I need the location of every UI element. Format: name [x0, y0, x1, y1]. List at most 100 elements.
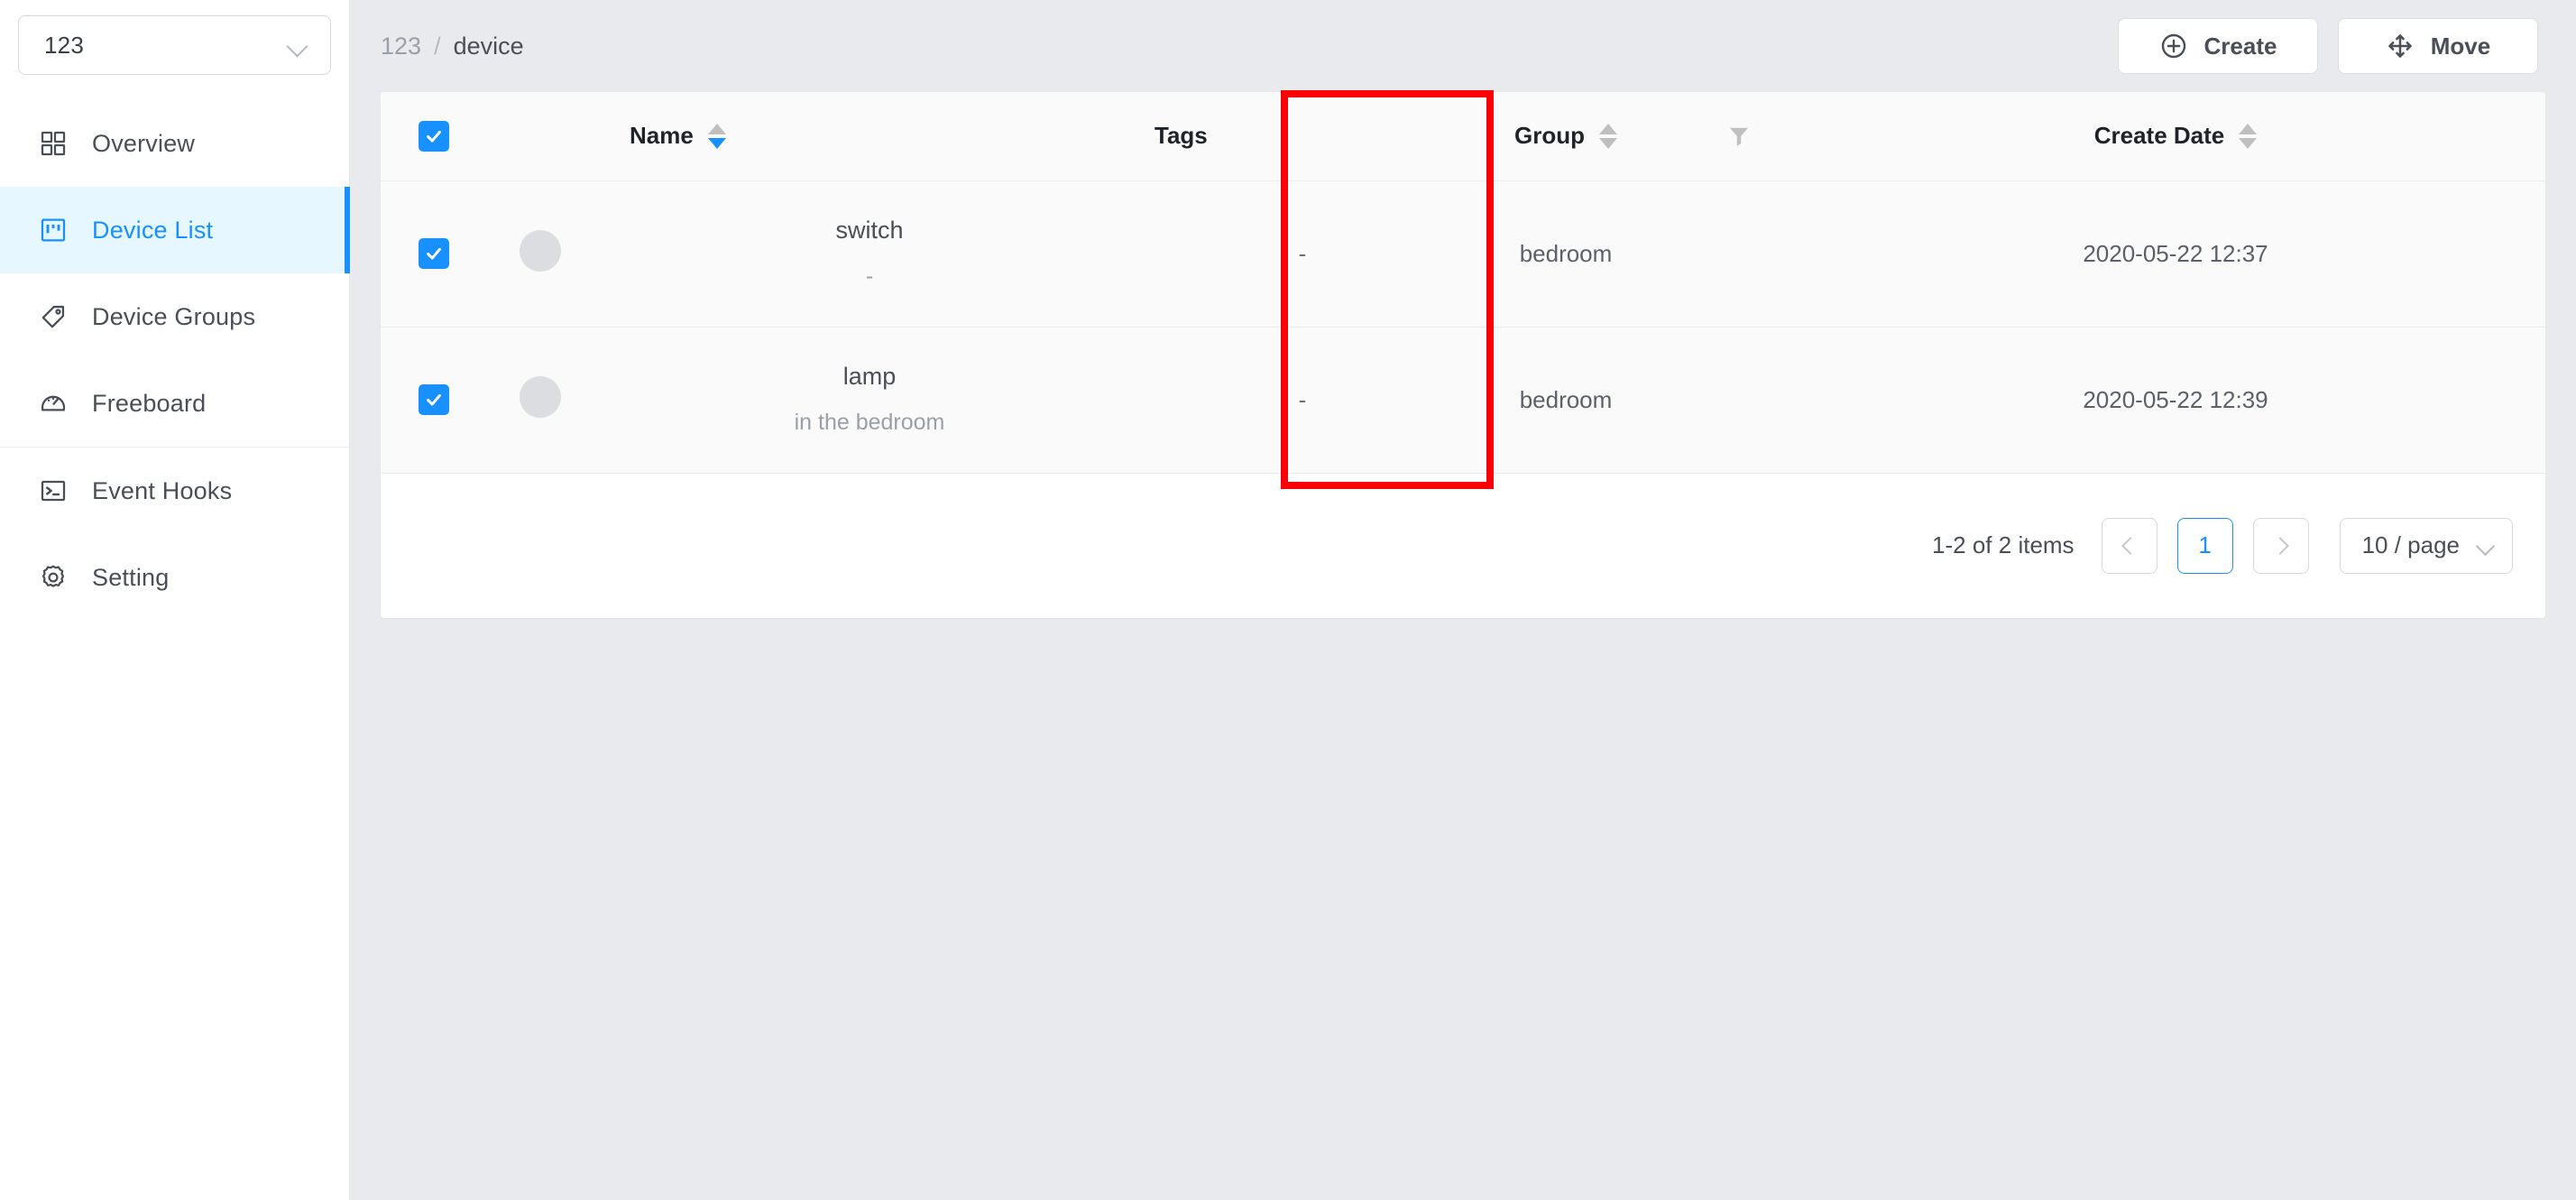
kanban-icon: [38, 215, 69, 245]
table-body: switch - - bedroom 2020-05-22 12:37 lamp…: [381, 180, 2545, 474]
row-group-cell: bedroom: [1459, 180, 1672, 328]
main-content: 123 / device Create Move Name Tags Group…: [350, 0, 2576, 1200]
device-create-date: 2020-05-22 12:39: [2083, 385, 2268, 413]
th-tags-label: Tags: [1155, 122, 1208, 150]
group-sorter[interactable]: [1599, 123, 1617, 149]
chevron-down-icon: [2476, 540, 2496, 551]
row-avatar-cell: [487, 327, 593, 474]
filter-icon[interactable]: [1672, 123, 1806, 150]
th-avatar: [487, 92, 593, 181]
table-row[interactable]: switch - - bedroom 2020-05-22 12:37: [381, 180, 2545, 328]
breadcrumb-root[interactable]: 123: [381, 32, 421, 60]
sort-asc-icon[interactable]: [707, 123, 726, 134]
sidebar: 123 Overview Device List Device Groups F…: [0, 0, 350, 1200]
device-tags: -: [1298, 239, 1307, 267]
breadcrumb-separator: /: [434, 32, 441, 60]
org-select-wrapper: 123: [0, 0, 349, 75]
topbar: 123 / device Create Move: [350, 0, 2576, 92]
move-button-label: Move: [2430, 32, 2491, 60]
chevron-down-icon: [287, 39, 308, 51]
th-tags-inner: Tags: [1145, 122, 1459, 150]
create-button-label: Create: [2203, 32, 2277, 60]
select-all-wrapper: [381, 120, 487, 152]
select-all-checkbox[interactable]: [419, 120, 449, 152]
chevron-left-icon: [2123, 540, 2136, 552]
plus-circle-icon: [2159, 32, 2188, 60]
th-create-date[interactable]: Create Date: [1806, 92, 2545, 181]
row-checkbox[interactable]: [419, 237, 449, 269]
sidebar-item-label: Overview: [92, 129, 196, 157]
sort-asc-icon[interactable]: [1599, 123, 1617, 134]
breadcrumb: 123 / device: [381, 32, 524, 60]
th-group[interactable]: Group: [1459, 92, 1672, 181]
device-name[interactable]: lamp: [593, 364, 1145, 391]
sidebar-item-freeboard[interactable]: Freeboard: [0, 360, 349, 447]
device-description: -: [865, 263, 874, 290]
row-filter-cell: [1672, 327, 1806, 474]
device-group: bedroom: [1519, 239, 1613, 267]
pagination-page-number: 1: [2198, 531, 2212, 558]
page-size-value: 10 / page: [2361, 531, 2460, 558]
row-filter-cell: [1672, 180, 1806, 328]
organization-select[interactable]: 123: [18, 15, 331, 75]
sort-desc-icon[interactable]: [2239, 137, 2258, 149]
table-row[interactable]: lamp in the bedroom - bedroom 2020-05-22…: [381, 327, 2545, 474]
sidebar-item-device-list[interactable]: Device List: [0, 187, 350, 273]
th-filter[interactable]: [1672, 92, 1806, 181]
row-create-date-cell: 2020-05-22 12:39: [1806, 327, 2545, 474]
th-create-date-inner: Create Date: [1806, 122, 2545, 150]
th-name-inner: Name: [593, 122, 1145, 150]
sidebar-item-event-hooks[interactable]: Event Hooks: [0, 448, 349, 534]
row-name-cell: lamp in the bedroom: [593, 327, 1145, 474]
sidebar-nav: Overview Device List Device Groups Freeb…: [0, 100, 350, 621]
row-create-date-cell: 2020-05-22 12:37: [1806, 180, 2545, 328]
pagination-next-button[interactable]: [2252, 517, 2309, 574]
pagination-page-1[interactable]: 1: [2176, 517, 2233, 574]
sidebar-item-label: Setting: [92, 563, 170, 591]
create-button[interactable]: Create: [2118, 18, 2318, 74]
device-description: in the bedroom: [794, 410, 945, 436]
row-name-cell: switch -: [593, 180, 1145, 328]
dashboard-icon: [38, 388, 69, 419]
row-group-cell: bedroom: [1459, 327, 1672, 474]
sidebar-item-overview[interactable]: Overview: [0, 100, 349, 187]
sidebar-item-device-groups[interactable]: Device Groups: [0, 273, 349, 360]
sidebar-item-label: Event Hooks: [92, 476, 233, 504]
page-size-select[interactable]: 10 / page: [2339, 517, 2513, 574]
sort-asc-icon[interactable]: [2239, 123, 2258, 134]
name-sorter[interactable]: [707, 123, 726, 149]
table-head: Name Tags Group Create Date: [381, 92, 2545, 181]
tag-icon: [38, 301, 69, 332]
move-button[interactable]: Move: [2338, 18, 2538, 74]
sidebar-item-label: Device Groups: [92, 302, 256, 330]
device-group: bedroom: [1519, 385, 1613, 413]
create-date-sorter[interactable]: [2239, 123, 2258, 149]
sort-desc-icon[interactable]: [707, 137, 726, 149]
table-footer: 1-2 of 2 items 1 10 / page: [381, 473, 2545, 618]
sort-desc-icon[interactable]: [1599, 137, 1617, 149]
table-header-row: Name Tags Group Create Date: [381, 92, 2545, 181]
device-name[interactable]: switch: [593, 217, 1145, 245]
th-select-all: [381, 92, 487, 181]
chevron-right-icon: [2275, 540, 2287, 552]
row-select-cell: [381, 327, 487, 474]
sidebar-item-setting[interactable]: Setting: [0, 534, 349, 621]
pagination-prev-button[interactable]: [2101, 517, 2157, 574]
th-name[interactable]: Name: [593, 92, 1145, 181]
device-table: Name Tags Group Create Date switch - - b…: [381, 92, 2545, 474]
avatar: [520, 375, 561, 418]
row-avatar-cell: [487, 180, 593, 328]
grid-icon: [38, 128, 69, 159]
organization-select-value: 123: [44, 31, 84, 59]
sidebar-item-label: Freeboard: [92, 389, 207, 417]
row-tags-cell: -: [1145, 327, 1459, 474]
th-create-date-label: Create Date: [2093, 122, 2225, 150]
device-tags: -: [1298, 385, 1307, 413]
app-root: 123 Overview Device List Device Groups F…: [0, 0, 2576, 1200]
th-name-label: Name: [630, 122, 694, 150]
row-checkbox[interactable]: [419, 383, 449, 415]
row-select-cell: [381, 180, 487, 328]
avatar: [520, 229, 561, 272]
breadcrumb-current: device: [453, 32, 524, 60]
th-group-label: Group: [1514, 122, 1585, 150]
